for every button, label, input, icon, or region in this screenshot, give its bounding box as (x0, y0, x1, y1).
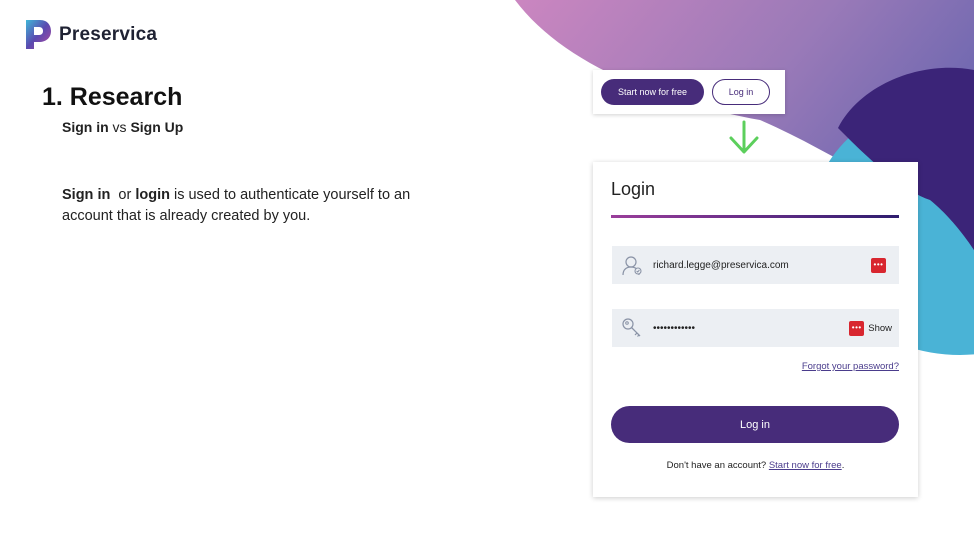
slide-subheading: Sign in vs Sign Up (62, 119, 183, 135)
signup-prompt: Don't have an account? Start now for fre… (593, 460, 918, 471)
login-title: Login (611, 179, 656, 199)
key-icon (622, 318, 641, 337)
show-password-toggle[interactable]: Show (868, 323, 892, 334)
arrow-down-icon (729, 120, 759, 154)
slide-heading: 1. Research (42, 83, 183, 111)
body-term-signin: Sign in (62, 187, 111, 203)
signup-link[interactable]: Start now for free (769, 460, 842, 471)
subheading-separator: vs (108, 119, 131, 135)
user-icon (622, 256, 642, 276)
password-field[interactable]: •••••••••••• ••• Show (612, 309, 899, 347)
password-value: •••••••••••• (653, 322, 696, 334)
top-nav-card: Start now for free Log in (593, 70, 785, 114)
brand-logo: Preservica (22, 18, 157, 51)
body-term-login: login (135, 187, 170, 203)
password-manager-icon[interactable]: ••• (849, 320, 865, 336)
nav-login-button[interactable]: Log in (712, 79, 770, 105)
forgot-password-link[interactable]: Forgot your password? (802, 361, 899, 372)
signup-prompt-text: Don't have an account? (666, 460, 769, 471)
email-value: richard.legge@preservica.com (653, 259, 789, 271)
password-manager-icon[interactable]: ••• (871, 257, 886, 273)
preservica-logo-icon (26, 20, 51, 49)
signup-suffix: . (841, 460, 845, 471)
brand-name: Preservica (59, 23, 158, 45)
subheading-term-signin: Sign in (62, 119, 109, 135)
slide-body-text: Sign in or login is used to authenticate… (62, 185, 462, 227)
start-now-button[interactable]: Start now for free (601, 79, 704, 105)
title-gradient-rule (611, 215, 899, 218)
subheading-term-signup: Sign Up (130, 119, 184, 135)
email-field[interactable]: richard.legge@preservica.com ••• (612, 246, 899, 284)
login-submit-button[interactable]: Log in (611, 406, 899, 443)
body-joiner: or (110, 187, 136, 203)
login-card: Login richard.legge@preservica.com ••• •… (593, 162, 918, 497)
